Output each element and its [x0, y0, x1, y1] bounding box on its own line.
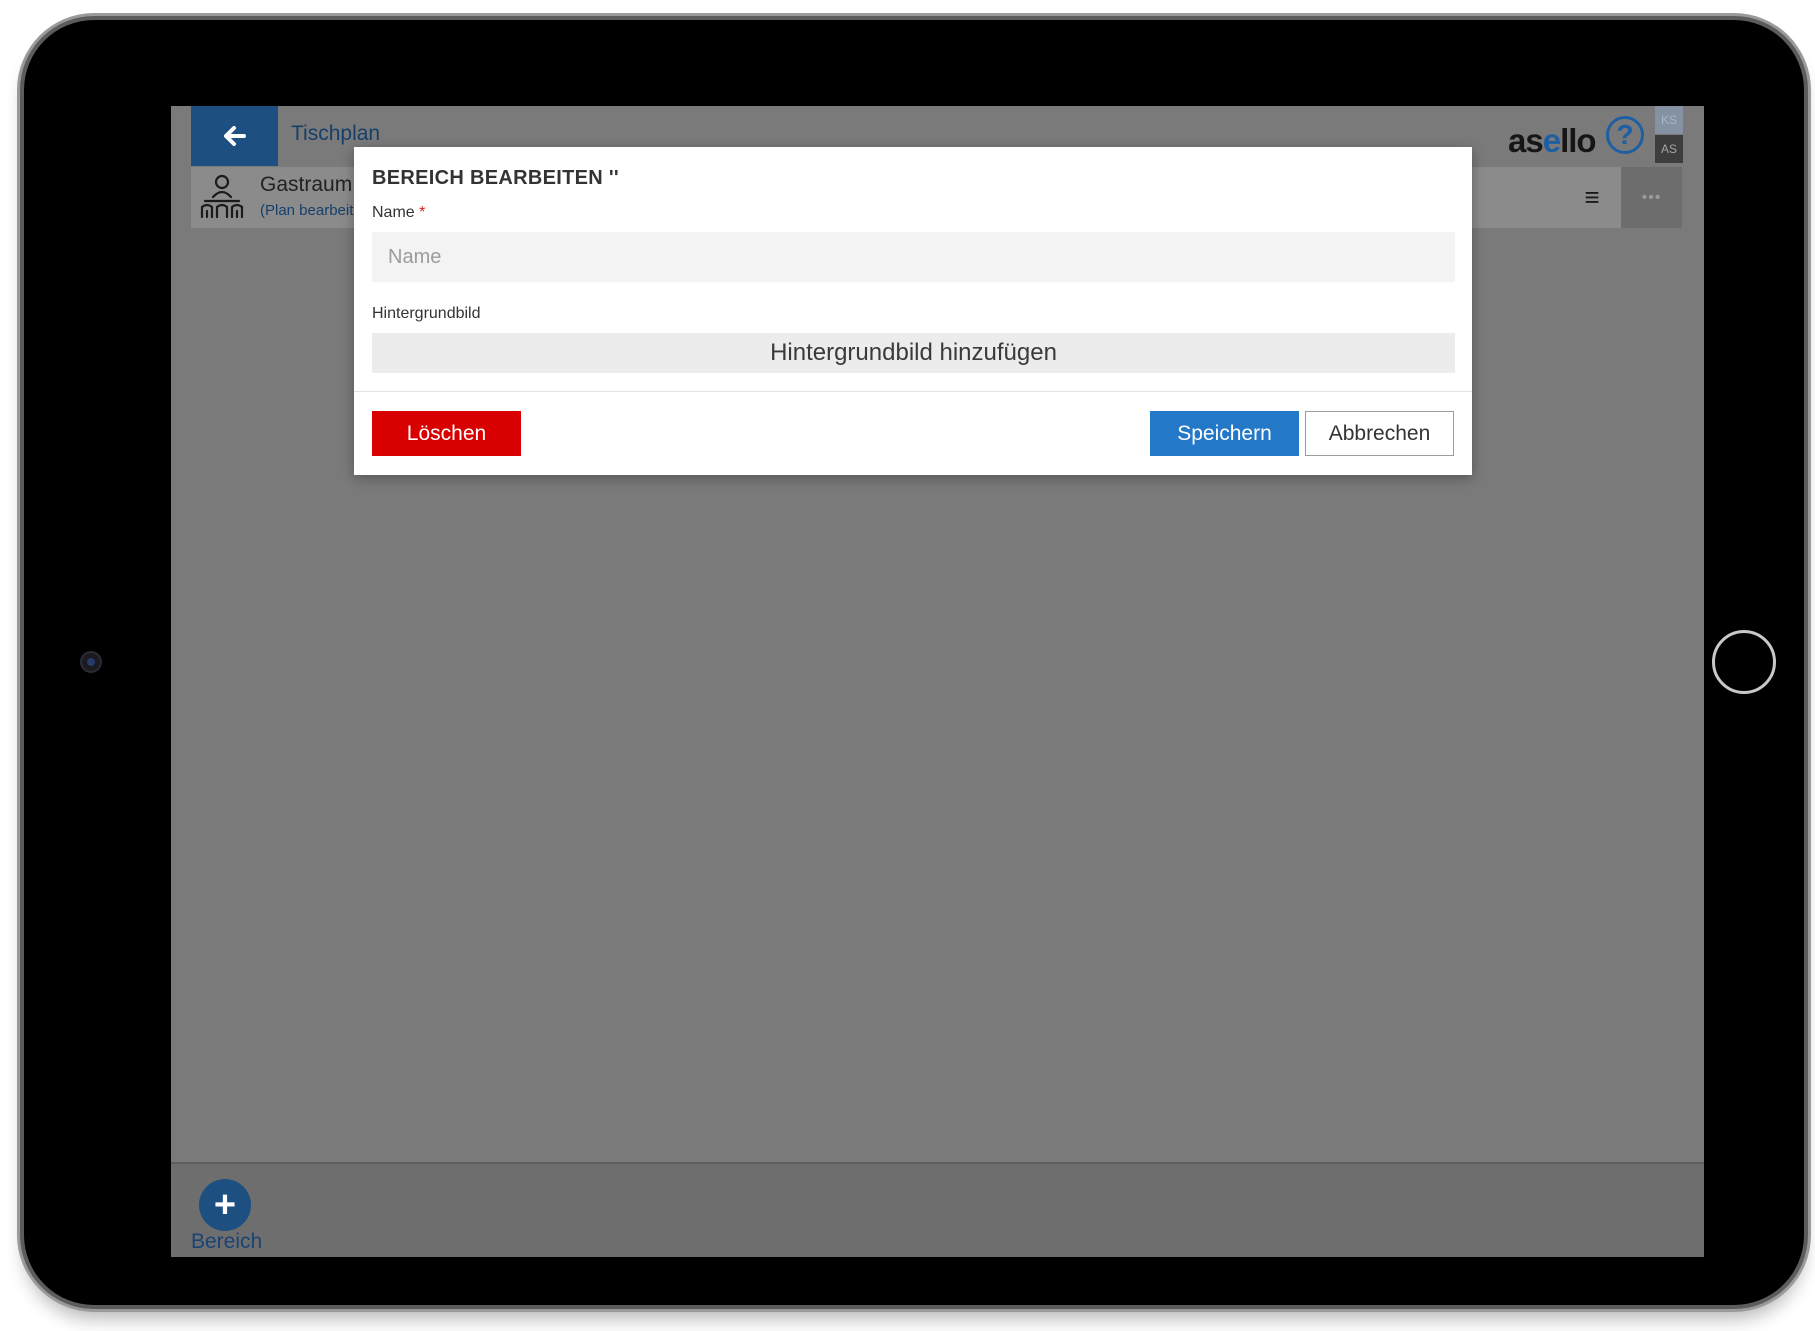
cancel-button[interactable]: Abbrechen: [1305, 411, 1454, 456]
dialog-divider: [354, 391, 1472, 392]
table-seating-icon: [200, 174, 244, 219]
area-name[interactable]: Gastraum: [260, 173, 352, 197]
camera-icon: [80, 651, 102, 673]
dialog-title: BEREICH BEARBEITEN '': [372, 167, 619, 189]
hamburger-menu-icon[interactable]: ≡: [1577, 182, 1607, 212]
name-input[interactable]: [372, 232, 1455, 282]
plus-icon: +: [213, 1183, 237, 1226]
help-icon[interactable]: ?: [1606, 116, 1644, 154]
logo-text-prefix: as: [1508, 122, 1544, 159]
add-background-image-button[interactable]: Hintergrundbild hinzufügen: [372, 333, 1455, 373]
more-options-button[interactable]: •••: [1621, 167, 1682, 228]
name-label-text: Name: [372, 204, 415, 221]
logo-text-suffix: llo: [1560, 122, 1596, 159]
edit-area-dialog: BEREICH BEARBEITEN '' Name * Hintergrund…: [354, 147, 1472, 475]
back-button[interactable]: [191, 106, 278, 166]
save-button[interactable]: Speichern: [1150, 411, 1299, 456]
arrow-left-icon: [223, 126, 246, 146]
bottom-bar: + Bereich: [171, 1162, 1704, 1257]
logo-text-accent: e: [1542, 122, 1561, 159]
add-area-label[interactable]: Bereich: [191, 1230, 262, 1254]
delete-button[interactable]: Löschen: [372, 411, 521, 456]
add-area-button[interactable]: +: [199, 1179, 251, 1231]
home-button[interactable]: [1712, 630, 1776, 694]
required-marker: *: [419, 204, 426, 221]
name-label: Name *: [372, 204, 425, 222]
page-title: Tischplan: [291, 122, 381, 145]
app-logo: asello: [1508, 122, 1597, 160]
user-badge-as[interactable]: AS: [1655, 135, 1683, 163]
more-dots-icon: •••: [1641, 188, 1662, 206]
background-image-label: Hintergrundbild: [372, 305, 481, 322]
user-badge-ks[interactable]: KS: [1655, 106, 1683, 134]
